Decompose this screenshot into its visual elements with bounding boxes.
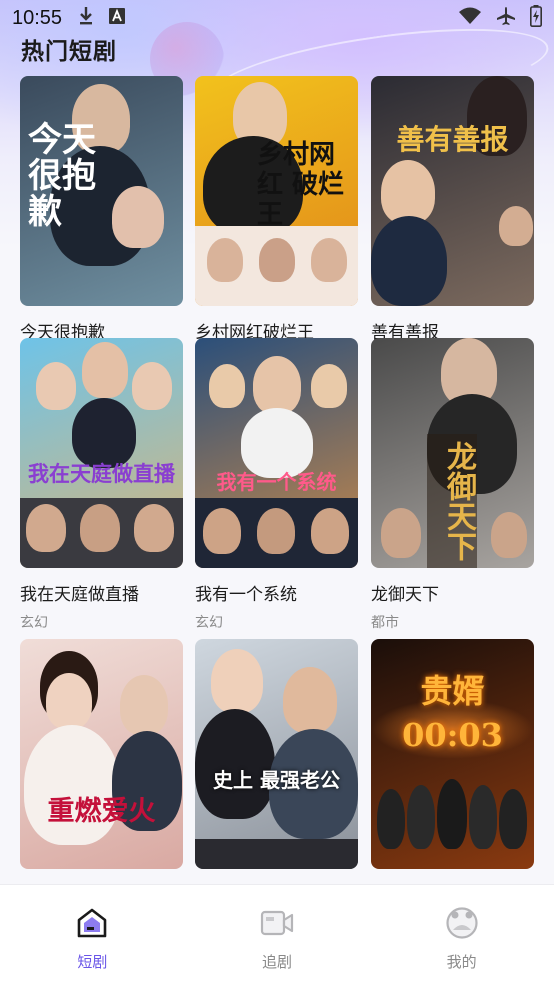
tab-follow-drama[interactable]: 追剧	[185, 885, 370, 984]
poster-title-text: 重燃爱火	[47, 796, 156, 827]
drama-poster[interactable]: 今天很抱歉	[20, 76, 183, 306]
drama-genre: 玄幻	[195, 615, 223, 631]
status-icons-left	[78, 6, 126, 30]
poster-title-text: 乡村网红 破烂王	[257, 140, 345, 230]
drama-card[interactable]: 今天很抱歉 今天很抱歉 现言	[20, 76, 183, 370]
poster-title-text: 今天很抱歉	[28, 120, 96, 232]
drama-poster[interactable]: 龙御天下	[371, 338, 534, 568]
home-house-icon	[74, 905, 110, 941]
tab-mine[interactable]: 我的	[369, 885, 554, 984]
drama-card[interactable]: 善有善报 善有善报 现言	[371, 76, 534, 370]
poster-title-text: 史上 最强老公	[213, 768, 340, 792]
page-title: 热门短剧	[21, 39, 117, 65]
tab-label: 追剧	[262, 953, 293, 971]
drama-grid[interactable]: 今天很抱歉 今天很抱歉 现言 乡村网红 破烂王 乡村网红破烂王 都市 善有善报 …	[20, 76, 536, 884]
drama-title: 我在天庭做直播	[20, 585, 139, 605]
tab-label: 短剧	[77, 953, 108, 971]
poster-title-text: 善有善报	[396, 123, 509, 156]
drama-card[interactable]: 乡村网红 破烂王 乡村网红破烂王 都市	[195, 76, 358, 370]
drama-genre: 都市	[371, 615, 399, 631]
poster-title-text: 我有一个系统	[216, 470, 337, 494]
poster-title-text: 贵婿 00:03	[402, 672, 503, 754]
drama-poster[interactable]: 我有一个系统	[195, 338, 358, 568]
drama-card[interactable]: 我有一个系统 我有一个系统 玄幻	[195, 338, 358, 632]
profile-avatar-icon	[444, 905, 480, 941]
poster-title-text: 龙御天下	[441, 441, 476, 561]
a-box-icon	[108, 7, 126, 29]
drama-poster[interactable]: 重燃爱火	[20, 639, 183, 869]
airplane-icon	[496, 6, 516, 30]
drama-card[interactable]: 史上 最强老公 史上最强老公	[195, 639, 358, 884]
drama-card[interactable]: 龙御天下 龙御天下 都市	[371, 338, 534, 632]
drama-title: 龙御天下	[371, 585, 439, 605]
drama-card[interactable]: 我在天庭做直播 我在天庭做直播 玄幻	[20, 338, 183, 632]
drama-card[interactable]: 重燃爱火 重燃爱火	[20, 639, 183, 884]
video-camera-icon	[259, 905, 295, 941]
drama-poster[interactable]: 史上 最强老公	[195, 639, 358, 869]
wifi-icon	[458, 7, 482, 29]
drama-poster[interactable]: 我在天庭做直播	[20, 338, 183, 568]
download-icon	[78, 6, 94, 30]
tab-label: 我的	[446, 953, 477, 971]
drama-poster[interactable]: 乡村网红 破烂王	[195, 76, 358, 306]
drama-card[interactable]: 贵婿 00:03 贵婿	[371, 639, 534, 884]
drama-poster[interactable]: 善有善报	[371, 76, 534, 306]
battery-charging-icon	[530, 5, 542, 31]
bottom-tab-bar: 短剧 追剧 我的	[0, 884, 554, 984]
tab-short-drama[interactable]: 短剧	[0, 885, 185, 984]
status-bar: 10:55	[0, 0, 554, 36]
status-time: 10:55	[12, 6, 63, 29]
drama-title: 我有一个系统	[195, 585, 297, 605]
poster-title-text: 我在天庭做直播	[28, 461, 175, 486]
drama-genre: 玄幻	[20, 615, 48, 631]
status-icons-right	[458, 5, 542, 31]
drama-poster[interactable]: 贵婿 00:03	[371, 639, 534, 869]
